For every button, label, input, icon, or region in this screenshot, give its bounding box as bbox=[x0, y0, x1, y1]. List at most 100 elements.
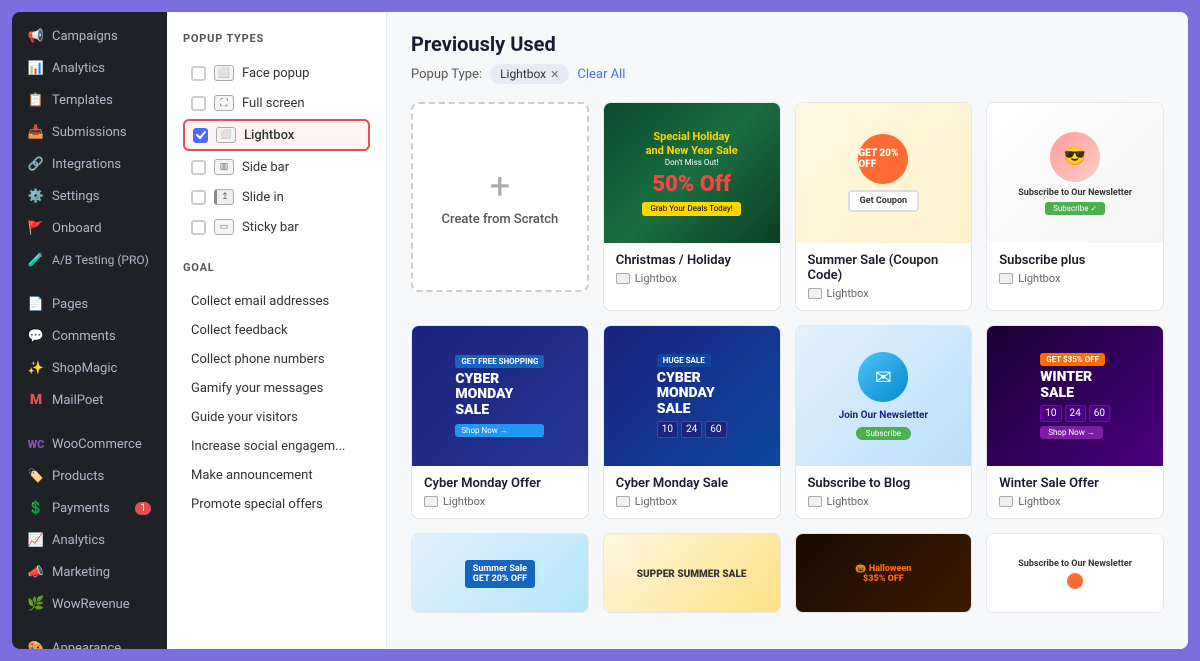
goal-gamify[interactable]: Gamify your messages bbox=[183, 375, 370, 402]
lightbox-type-icon-2 bbox=[808, 288, 822, 299]
sidebar-item-templates[interactable]: 📋 Templates bbox=[16, 85, 163, 115]
brush-icon: 🎨 bbox=[28, 640, 44, 649]
template-preview-bt3: 🎃 Halloween$35% OFF bbox=[796, 534, 972, 613]
sidebar-item-woocommerce[interactable]: WC WooCommerce bbox=[16, 429, 163, 459]
template-icon: 📋 bbox=[28, 92, 44, 108]
lightbox-type-icon-5 bbox=[616, 496, 630, 507]
goal-announce[interactable]: Make announcement bbox=[183, 462, 370, 489]
sidebar-item-onboard[interactable]: 🚩 Onboard bbox=[16, 213, 163, 243]
template-info-winter: Winter Sale Offer Lightbox bbox=[987, 466, 1163, 518]
face-popup-icon: ⬜ bbox=[214, 65, 234, 81]
create-from-scratch-card[interactable]: + Create from Scratch bbox=[411, 102, 589, 292]
sidebar-item-wowrevenue[interactable]: 🌿 WowRevenue bbox=[16, 589, 163, 619]
goal-promote[interactable]: Promote special offers bbox=[183, 491, 370, 518]
goal-feedback[interactable]: Collect feedback bbox=[183, 317, 370, 344]
goal-email[interactable]: Collect email addresses bbox=[183, 288, 370, 315]
template-info-subscribeplus: Subscribe plus Lightbox bbox=[987, 243, 1163, 295]
template-preview-christmas: Special Holiday and New Year Sale Don't … bbox=[604, 103, 780, 243]
template-preview-cyber1: GET FREE SHOPPING CYBERMONDAYSALE Shop N… bbox=[412, 326, 588, 466]
sidebar: 📢 Campaigns 📊 Analytics 📋 Templates 📥 Su… bbox=[12, 12, 167, 649]
slidein-icon: ↥ bbox=[214, 189, 234, 205]
template-preview-bt1: Summer SaleGET 20% OFF bbox=[412, 534, 588, 613]
sidebar-item-comments[interactable]: 💬 Comments bbox=[16, 321, 163, 351]
plus-icon: + bbox=[490, 168, 510, 204]
goal-phone[interactable]: Collect phone numbers bbox=[183, 346, 370, 373]
popup-types-section: POPUP TYPES ⬜ Face popup ⛶ Full screen bbox=[183, 32, 370, 241]
sidebar-item-payments[interactable]: 💲 Payments 1 bbox=[16, 493, 163, 523]
face-popup-checkbox[interactable] bbox=[191, 66, 206, 81]
template-type-summer: Lightbox bbox=[808, 287, 960, 300]
woo-icon: WC bbox=[28, 436, 44, 452]
template-name-subscribeplus: Subscribe plus bbox=[999, 253, 1151, 268]
sidebar-item-analytics2[interactable]: 📈 Analytics bbox=[16, 525, 163, 555]
sidebar-item-integrations[interactable]: 🔗 Integrations bbox=[16, 149, 163, 179]
popup-type-tag: Lightbox ✕ bbox=[490, 64, 569, 84]
goal-social[interactable]: Increase social engagem... bbox=[183, 433, 370, 460]
template-card-bt2[interactable]: SUPPER SUMMER SALE bbox=[603, 533, 781, 613]
dollar-icon: 💲 bbox=[28, 500, 44, 516]
template-type-subscribeplus: Lightbox bbox=[999, 272, 1151, 285]
goal-guide[interactable]: Guide your visitors bbox=[183, 404, 370, 431]
popup-type-row: Popup Type: Lightbox ✕ Clear All bbox=[411, 64, 1164, 84]
template-name-subscribeblog: Subscribe to Blog bbox=[808, 476, 960, 491]
template-preview-cyber2: HUGE SALE CYBERMONDAYSALE 10 24 60 bbox=[604, 326, 780, 466]
sidebar-item-appearance[interactable]: 🎨 Appearance bbox=[16, 633, 163, 649]
bar-icon: 📈 bbox=[28, 532, 44, 548]
speaker-icon: 📣 bbox=[28, 564, 44, 580]
page-title: Previously Used bbox=[411, 32, 1164, 56]
template-type-cyber1: Lightbox bbox=[424, 495, 576, 508]
filter-fullscreen[interactable]: ⛶ Full screen bbox=[183, 89, 370, 117]
filter-panel: POPUP TYPES ⬜ Face popup ⛶ Full screen bbox=[167, 12, 387, 649]
template-card-subscribeplus[interactable]: 😎 Subscribe to Our Newsletter Subscribe … bbox=[986, 102, 1164, 311]
lightbox-type-icon-6 bbox=[808, 496, 822, 507]
template-card-bt4[interactable]: Subscribe to Our Newsletter bbox=[986, 533, 1164, 613]
template-card-summer[interactable]: GET 20% OFF Get Coupon Summer Sale (Coup… bbox=[795, 102, 973, 311]
template-preview-bt2: SUPPER SUMMER SALE bbox=[604, 534, 780, 613]
template-preview-bt4: Subscribe to Our Newsletter bbox=[987, 534, 1163, 613]
template-type-winter: Lightbox bbox=[999, 495, 1151, 508]
template-card-winter[interactable]: GET $35% OFF WINTERSALE 10 24 60 Shop No… bbox=[986, 325, 1164, 519]
filter-face-popup[interactable]: ⬜ Face popup bbox=[183, 59, 370, 87]
sidebar-item-mailpoet[interactable]: M MailPoet bbox=[16, 385, 163, 415]
goal-title: GOAL bbox=[183, 261, 370, 274]
template-card-bt3[interactable]: 🎃 Halloween$35% OFF bbox=[795, 533, 973, 613]
sidebar-item-products[interactable]: 🏷️ Products bbox=[16, 461, 163, 491]
template-card-cyber1[interactable]: GET FREE SHOPPING CYBERMONDAYSALE Shop N… bbox=[411, 325, 589, 519]
fullscreen-checkbox[interactable] bbox=[191, 96, 206, 111]
sidebar-item-marketing[interactable]: 📣 Marketing bbox=[16, 557, 163, 587]
tag-close-icon[interactable]: ✕ bbox=[550, 68, 559, 81]
sidebar-item-submissions[interactable]: 📥 Submissions bbox=[16, 117, 163, 147]
payments-badge: 1 bbox=[135, 502, 151, 515]
sidebar-item-abtesting[interactable]: 🧪 A/B Testing (PRO) bbox=[16, 245, 163, 275]
revenue-icon: 🌿 bbox=[28, 596, 44, 612]
filter-slidein[interactable]: ↥ Slide in bbox=[183, 183, 370, 211]
gear-icon: ⚙️ bbox=[28, 188, 44, 204]
stickybar-checkbox[interactable] bbox=[191, 220, 206, 235]
sidebar-item-pages[interactable]: 📄 Pages bbox=[16, 289, 163, 319]
template-type-christmas: Lightbox bbox=[616, 272, 768, 285]
create-scratch-label: Create from Scratch bbox=[441, 212, 558, 227]
sidebar-item-settings[interactable]: ⚙️ Settings bbox=[16, 181, 163, 211]
clear-all-link[interactable]: Clear All bbox=[577, 67, 625, 82]
template-card-christmas[interactable]: Special Holiday and New Year Sale Don't … bbox=[603, 102, 781, 311]
sidebar-item-shopmagic[interactable]: ✨ ShopMagic bbox=[16, 353, 163, 383]
flag-icon: 🚩 bbox=[28, 220, 44, 236]
template-card-subscribeblog[interactable]: ✉ Join Our Newsletter Subscribe Subscrib… bbox=[795, 325, 973, 519]
template-card-cyber2[interactable]: HUGE SALE CYBERMONDAYSALE 10 24 60 Cyber… bbox=[603, 325, 781, 519]
template-preview-subscribeblog: ✉ Join Our Newsletter Subscribe bbox=[796, 326, 972, 466]
filter-stickybar[interactable]: ▭ Sticky bar bbox=[183, 213, 370, 241]
slidein-checkbox[interactable] bbox=[191, 190, 206, 205]
popup-types-title: POPUP TYPES bbox=[183, 32, 370, 45]
sidebar-item-campaigns[interactable]: 📢 Campaigns bbox=[16, 21, 163, 51]
lightbox-checkbox[interactable] bbox=[193, 128, 208, 143]
template-info-christmas: Christmas / Holiday Lightbox bbox=[604, 243, 780, 295]
sidebar-filter-icon: ▥ bbox=[214, 159, 234, 175]
sidebar-item-analytics[interactable]: 📊 Analytics bbox=[16, 53, 163, 83]
filter-lightbox[interactable]: ⬜ Lightbox bbox=[183, 119, 370, 151]
products-icon: 🏷️ bbox=[28, 468, 44, 484]
template-card-bt1[interactable]: Summer SaleGET 20% OFF bbox=[411, 533, 589, 613]
sidebar-checkbox[interactable] bbox=[191, 160, 206, 175]
link-icon: 🔗 bbox=[28, 156, 44, 172]
filter-sidebar[interactable]: ▥ Side bar bbox=[183, 153, 370, 181]
template-name-winter: Winter Sale Offer bbox=[999, 476, 1151, 491]
